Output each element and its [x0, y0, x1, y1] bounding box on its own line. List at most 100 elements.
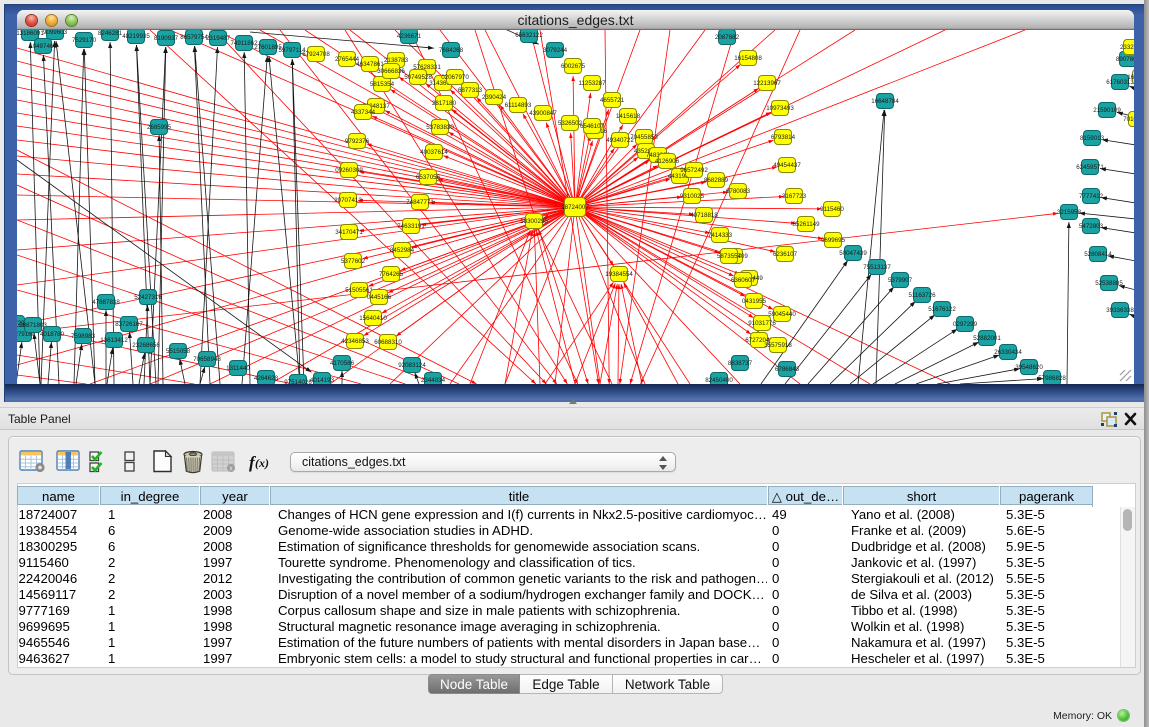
svg-text:39336338: 39336338 — [1106, 307, 1134, 314]
svg-text:15640410: 15640410 — [359, 315, 387, 322]
svg-text:92083124: 92083124 — [398, 362, 426, 369]
svg-text:97514026: 97514026 — [284, 379, 312, 384]
svg-text:96572492: 96572492 — [680, 167, 708, 174]
svg-text:7777412: 7777412 — [1079, 193, 1104, 200]
svg-text:30666836: 30666836 — [377, 68, 405, 75]
svg-text:5326502: 5326502 — [558, 120, 583, 127]
svg-text:2319487: 2319487 — [206, 35, 231, 42]
svg-text:61114893: 61114893 — [505, 102, 532, 109]
svg-text:6360607: 6360607 — [731, 277, 756, 284]
svg-text:8452984: 8452984 — [390, 247, 415, 254]
svg-text:91031776: 91031776 — [748, 320, 776, 327]
svg-text:6780083: 6780083 — [726, 188, 751, 195]
svg-text:16648784: 16648784 — [871, 98, 899, 105]
svg-text:4264628: 4264628 — [254, 375, 279, 382]
svg-text:2685995: 2685995 — [147, 124, 172, 131]
svg-text:48219935: 48219935 — [122, 33, 150, 40]
svg-text:9115460: 9115460 — [820, 206, 844, 213]
svg-text:1415618: 1415618 — [616, 113, 641, 120]
svg-text:13186091: 13186091 — [17, 30, 44, 37]
svg-text:6002675: 6002675 — [561, 63, 586, 70]
svg-text:18300295: 18300295 — [520, 218, 548, 225]
svg-text:51505561: 51505561 — [345, 287, 373, 294]
svg-text:7764265: 7764265 — [379, 271, 404, 278]
svg-text:2344834: 2344834 — [421, 377, 446, 384]
svg-text:10497465: 10497465 — [29, 43, 57, 50]
svg-text:5379907: 5379907 — [888, 277, 913, 284]
svg-text:0431955: 0431955 — [742, 298, 767, 305]
svg-text:3215958: 3215958 — [1057, 209, 1082, 216]
svg-text:8682889: 8682889 — [704, 177, 729, 184]
svg-text:23268656: 23268656 — [132, 342, 160, 349]
svg-text:35575918: 35575918 — [764, 342, 792, 349]
svg-text:21590109: 21590109 — [1093, 107, 1121, 114]
svg-text:4018780: 4018780 — [40, 331, 65, 338]
svg-text:8159013: 8159013 — [1080, 135, 1105, 142]
svg-text:0297299: 0297299 — [953, 321, 978, 328]
svg-text:74633191: 74633191 — [397, 223, 425, 230]
svg-text:53783830: 53783830 — [426, 124, 454, 131]
svg-text:1311440: 1311440 — [226, 365, 250, 372]
svg-text:5815354: 5815354 — [370, 81, 395, 88]
svg-text:50047439: 50047439 — [839, 250, 867, 257]
svg-text:2817180: 2817180 — [432, 100, 457, 107]
svg-text:52538885: 52538885 — [1095, 280, 1123, 287]
svg-text:4655721: 4655721 — [600, 97, 625, 104]
svg-text:59045440: 59045440 — [768, 311, 796, 318]
svg-text:50749528: 50749528 — [404, 74, 432, 81]
svg-text:4126906: 4126906 — [655, 158, 680, 165]
svg-text:86579754: 86579754 — [180, 34, 208, 41]
svg-text:8907866: 8907866 — [1116, 56, 1134, 63]
svg-text:12213967: 12213967 — [753, 80, 781, 87]
svg-text:2332493: 2332493 — [1120, 44, 1134, 51]
svg-text:02067970: 02067970 — [441, 74, 469, 81]
svg-text:43900847: 43900847 — [529, 110, 557, 117]
svg-text:2087682: 2087682 — [715, 34, 740, 41]
svg-text:11253287: 11253287 — [578, 80, 606, 87]
svg-text:20707413: 20707413 — [334, 197, 362, 204]
svg-text:6793814: 6793814 — [771, 134, 796, 141]
svg-text:52427316: 52427316 — [134, 294, 162, 301]
svg-text:3079244: 3079244 — [543, 47, 568, 54]
svg-text:7529170: 7529170 — [72, 37, 97, 44]
svg-text:6236107: 6236107 — [773, 251, 798, 258]
svg-text:83726167: 83726167 — [115, 321, 143, 328]
svg-text:(x): (x) — [255, 456, 269, 470]
svg-text:3167723: 3167723 — [782, 193, 807, 200]
svg-text:09260309: 09260309 — [335, 167, 363, 174]
svg-text:2390424: 2390424 — [482, 94, 507, 101]
svg-text:16438831: 16438831 — [1127, 74, 1134, 81]
svg-text:42346853: 42346853 — [341, 338, 369, 345]
svg-text:40718818: 40718818 — [690, 212, 718, 219]
svg-text:5873557: 5873557 — [717, 253, 742, 260]
svg-text:7684268: 7684268 — [439, 47, 464, 54]
svg-text:75513137: 75513137 — [863, 264, 891, 271]
svg-text:9099603: 9099603 — [43, 30, 68, 36]
svg-text:52882001: 52882001 — [973, 335, 1001, 342]
svg-text:40037614: 40037614 — [420, 149, 448, 156]
svg-text:7414333: 7414333 — [708, 232, 733, 239]
svg-text:5515058: 5515058 — [166, 348, 191, 355]
svg-text:10973493: 10973493 — [766, 105, 794, 112]
svg-text:5472803: 5472803 — [1079, 223, 1104, 230]
svg-text:8246281: 8246281 — [98, 30, 123, 37]
svg-text:18724007: 18724007 — [561, 204, 589, 211]
svg-text:6786843: 6786843 — [775, 366, 800, 373]
svg-text:9699695: 9699695 — [821, 237, 846, 244]
svg-text:60688310: 60688310 — [374, 339, 402, 346]
svg-text:26330434: 26330434 — [994, 349, 1022, 356]
svg-text:7598983: 7598983 — [71, 333, 96, 340]
svg-text:4014193: 4014193 — [310, 377, 335, 384]
svg-text:57986828: 57986828 — [1038, 375, 1066, 382]
svg-text:88871803: 88871803 — [19, 322, 47, 329]
svg-text:19384554: 19384554 — [605, 271, 633, 278]
svg-text:34170471: 34170471 — [335, 229, 363, 236]
svg-text:51676122: 51676122 — [928, 306, 956, 313]
svg-text:6546107: 6546107 — [580, 123, 605, 130]
svg-text:8838737: 8838737 — [728, 360, 753, 367]
svg-text:9792376: 9792376 — [345, 138, 370, 145]
svg-text:70107375: 70107375 — [1123, 116, 1134, 123]
svg-text:62459571: 62459571 — [1076, 164, 1104, 171]
svg-text:51163726: 51163726 — [908, 292, 936, 299]
svg-text:16154808: 16154808 — [734, 55, 762, 62]
